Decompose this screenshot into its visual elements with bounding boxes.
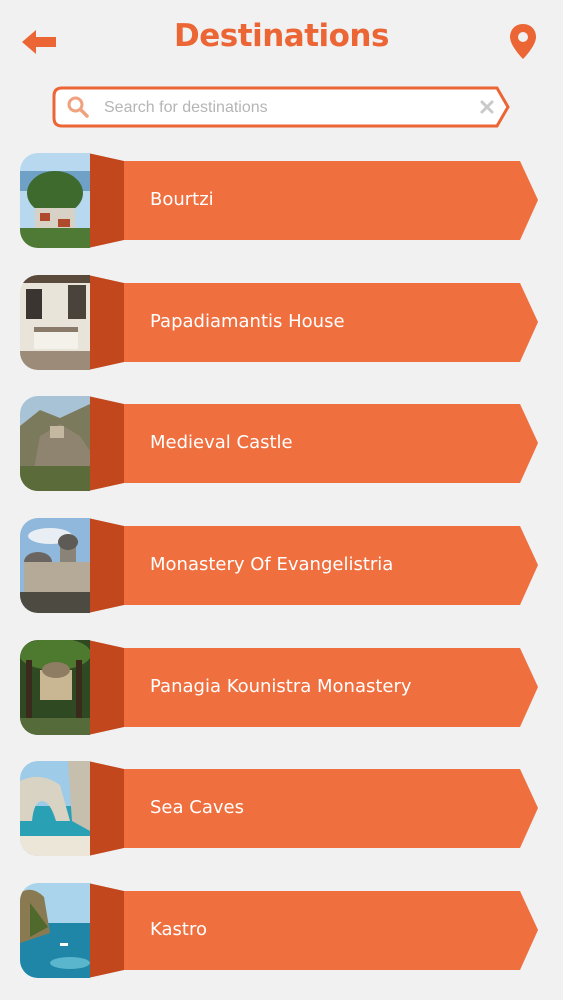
destination-label: Bourtzi (150, 189, 214, 210)
destination-label: Panagia Kounistra Monastery (150, 676, 412, 697)
search-input[interactable] (102, 94, 476, 122)
destination-label: Kastro (150, 919, 207, 940)
destination-item-panagia-kounistra-monastery[interactable]: Panagia Kounistra Monastery (18, 640, 540, 735)
destination-label: Sea Caves (150, 797, 244, 818)
destination-thumbnail (20, 883, 90, 978)
destination-label: Medieval Castle (150, 432, 293, 453)
destination-thumbnail (20, 761, 90, 856)
page-title: Destinations (174, 18, 389, 54)
search-bar[interactable] (52, 86, 512, 128)
destination-thumbnail (20, 275, 90, 370)
destination-item-monastery-of-evangelistria[interactable]: Monastery Of Evangelistria (18, 518, 540, 613)
item-banner (88, 883, 538, 978)
destination-label: Monastery Of Evangelistria (150, 554, 394, 575)
clear-icon[interactable] (478, 98, 496, 116)
destination-item-bourtzi[interactable]: Bourtzi (18, 153, 540, 248)
destination-item-papadiamantis-house[interactable]: Papadiamantis House (18, 275, 540, 370)
item-banner (88, 761, 538, 856)
destination-item-medieval-castle[interactable]: Medieval Castle (18, 396, 540, 491)
app-header: Destinations (0, 0, 563, 84)
destination-thumbnail (20, 518, 90, 613)
destination-item-kastro[interactable]: Kastro (18, 883, 540, 978)
map-pin-icon (510, 24, 536, 59)
location-button[interactable] (508, 22, 538, 62)
destination-label: Papadiamantis House (150, 311, 345, 332)
destination-thumbnail (20, 640, 90, 735)
search-icon (67, 96, 89, 118)
item-banner (88, 153, 538, 248)
destination-item-sea-caves[interactable]: Sea Caves (18, 761, 540, 856)
destination-thumbnail (20, 153, 90, 248)
destination-thumbnail (20, 396, 90, 491)
